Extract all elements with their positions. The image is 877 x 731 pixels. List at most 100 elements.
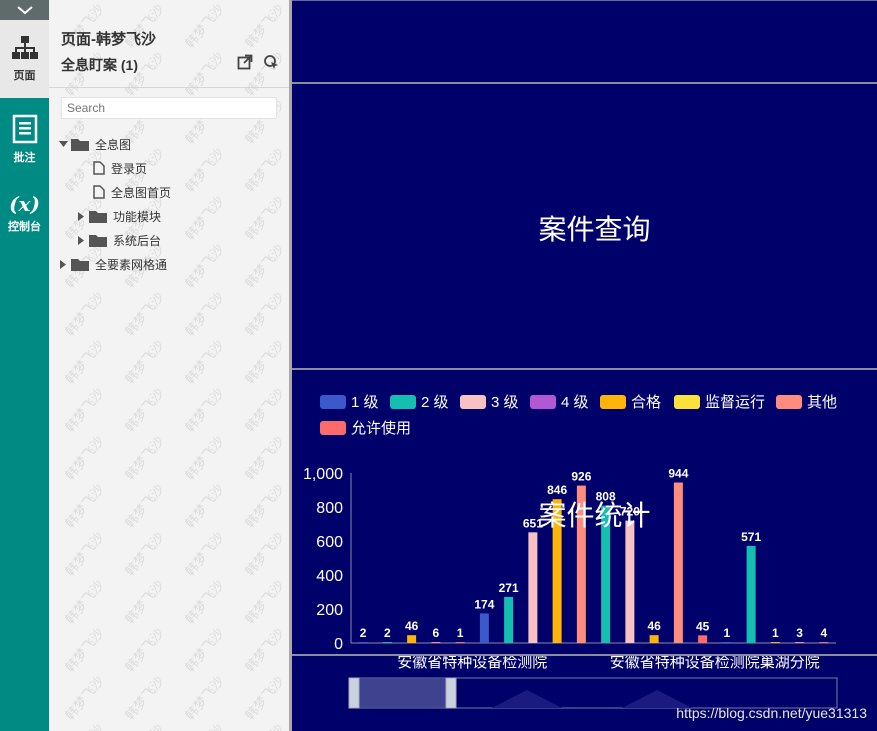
legend-label: 合格: [631, 394, 662, 411]
legend-item[interactable]: 2 级: [390, 391, 449, 412]
left-toolbar: 页面 批注 (x) 控制台: [0, 0, 49, 731]
tree-label: 全息图首页: [111, 185, 172, 200]
legend-label: 2 级: [421, 394, 449, 411]
legend-swatch: [600, 394, 626, 409]
bar: [479, 613, 489, 643]
tree-folder-holographic[interactable]: 全息图: [57, 133, 131, 155]
bar: [649, 635, 659, 643]
legend-label: 监督运行: [705, 394, 766, 411]
legend-label: 其他: [807, 394, 838, 411]
bar: [795, 642, 805, 643]
legend-item[interactable]: 4 级: [530, 391, 589, 412]
legend-swatch: [320, 420, 346, 435]
rail-notes-label: 批注: [13, 152, 36, 164]
bar: [504, 596, 514, 643]
folder-icon: [89, 210, 107, 223]
page-icon: [93, 161, 105, 175]
bar-value-label: 1: [772, 626, 779, 640]
case-statistics-heading: 案件统计: [538, 500, 651, 531]
bar: [770, 642, 780, 643]
page-icon: [93, 185, 105, 199]
rail-notes-button[interactable]: 批注: [0, 114, 49, 170]
legend-item[interactable]: 允许使用: [320, 417, 411, 438]
expanded-caret-icon[interactable]: [57, 141, 69, 147]
prototype-canvas: 案件查询 1 级 2 级 3 级 4 级 合格 监督运行 其他 允许使用 0 200 400 600…: [292, 0, 877, 731]
legend-label: 3 级: [491, 394, 519, 411]
folder-icon: [71, 138, 89, 151]
section-divider: [292, 368, 877, 370]
bar: [407, 635, 417, 643]
variable-icon: (x): [9, 192, 40, 216]
legend-swatch: [776, 394, 802, 409]
zoom-handle-right[interactable]: [445, 677, 457, 709]
chevron-down-icon: [16, 6, 33, 15]
bar: [431, 641, 441, 643]
legend-item[interactable]: 监督运行: [674, 391, 765, 412]
tree-label: 全息图: [95, 137, 132, 152]
bar-value-label: 46: [405, 619, 419, 633]
bar-value-label: 2: [360, 626, 367, 640]
bar: [625, 520, 635, 643]
sitemap-icon: [11, 36, 38, 59]
legend-swatch: [530, 394, 556, 409]
page-watermark: https://blog.csdn.net/yue31313: [676, 705, 867, 721]
legend-item[interactable]: 其他: [776, 391, 837, 412]
export-icon[interactable]: [237, 54, 253, 70]
locate-pointer-icon[interactable]: [263, 54, 279, 70]
section-divider: [292, 82, 877, 84]
tree-folder-admin[interactable]: 系统后台: [75, 229, 161, 251]
tree-page-login[interactable]: 登录页: [91, 157, 147, 179]
legend-item[interactable]: 1 级: [320, 391, 379, 412]
section-divider: [292, 654, 877, 656]
legend-swatch: [320, 394, 346, 409]
tree-folder-grid[interactable]: 全要素网格通: [57, 253, 167, 275]
bar-value-label: 4: [821, 626, 828, 640]
rail-pages-label: 页面: [13, 70, 36, 82]
collapsed-caret-icon[interactable]: [75, 235, 87, 245]
panel-divider: [49, 87, 289, 88]
y-tick-label: 400: [316, 568, 343, 585]
tree-label: 功能模块: [113, 209, 162, 224]
collapsed-caret-icon[interactable]: [75, 211, 87, 221]
panel-tools: [237, 54, 279, 70]
rail-console-button[interactable]: (x) 控制台: [0, 192, 49, 244]
top-border: [292, 0, 877, 1]
bar: [722, 642, 732, 643]
search-input[interactable]: [61, 97, 277, 119]
bar-value-label: 2: [384, 626, 391, 640]
collapsed-caret-icon[interactable]: [57, 259, 69, 269]
project-name: 全息盯案 (1): [61, 57, 138, 73]
bar-value-label: 174: [474, 597, 494, 611]
legend-item[interactable]: 合格: [600, 391, 661, 412]
y-tick-label: 600: [316, 534, 343, 551]
zoom-preview-shape: [492, 690, 692, 708]
zoom-slider-window: [354, 678, 454, 708]
axure-prototype-viewer: 页面 批注 (x) 控制台 韩梦飞沙 页面-韩梦飞沙: [0, 0, 877, 731]
bar-value-label: 944: [668, 467, 688, 481]
folder-icon: [71, 258, 89, 271]
bar-value-label: 3: [796, 626, 803, 640]
rail-pages-button[interactable]: 页面: [0, 20, 49, 98]
bar-value-label: 271: [499, 581, 519, 595]
sitemap-panel: 韩梦飞沙 页面-韩梦飞沙 全息盯案 (1) 全息图: [49, 0, 289, 731]
bar-value-label: 6: [433, 626, 440, 640]
legend-label: 1 级: [351, 394, 379, 411]
legend-label: 允许使用: [351, 420, 412, 437]
bar-value-label: 45: [696, 619, 710, 633]
legend-item[interactable]: 3 级: [460, 391, 519, 412]
bar-value-label: 926: [571, 470, 591, 484]
tree-folder-modules[interactable]: 功能模块: [75, 205, 161, 227]
tree-label: 登录页: [111, 161, 148, 176]
collapse-toggle[interactable]: [0, 0, 49, 20]
zoom-handle-left[interactable]: [348, 677, 360, 709]
legend-swatch: [674, 394, 700, 409]
tree-page-home[interactable]: 全息图首页: [91, 181, 171, 203]
bar: [819, 642, 829, 643]
rail-console-label: 控制台: [8, 221, 41, 233]
bar: [746, 545, 756, 643]
case-query-heading: 案件查询: [538, 214, 651, 245]
legend-swatch: [390, 394, 416, 409]
y-tick-label: 0: [334, 636, 343, 653]
y-tick-label: 1,000: [303, 466, 343, 483]
folder-icon: [89, 234, 107, 247]
